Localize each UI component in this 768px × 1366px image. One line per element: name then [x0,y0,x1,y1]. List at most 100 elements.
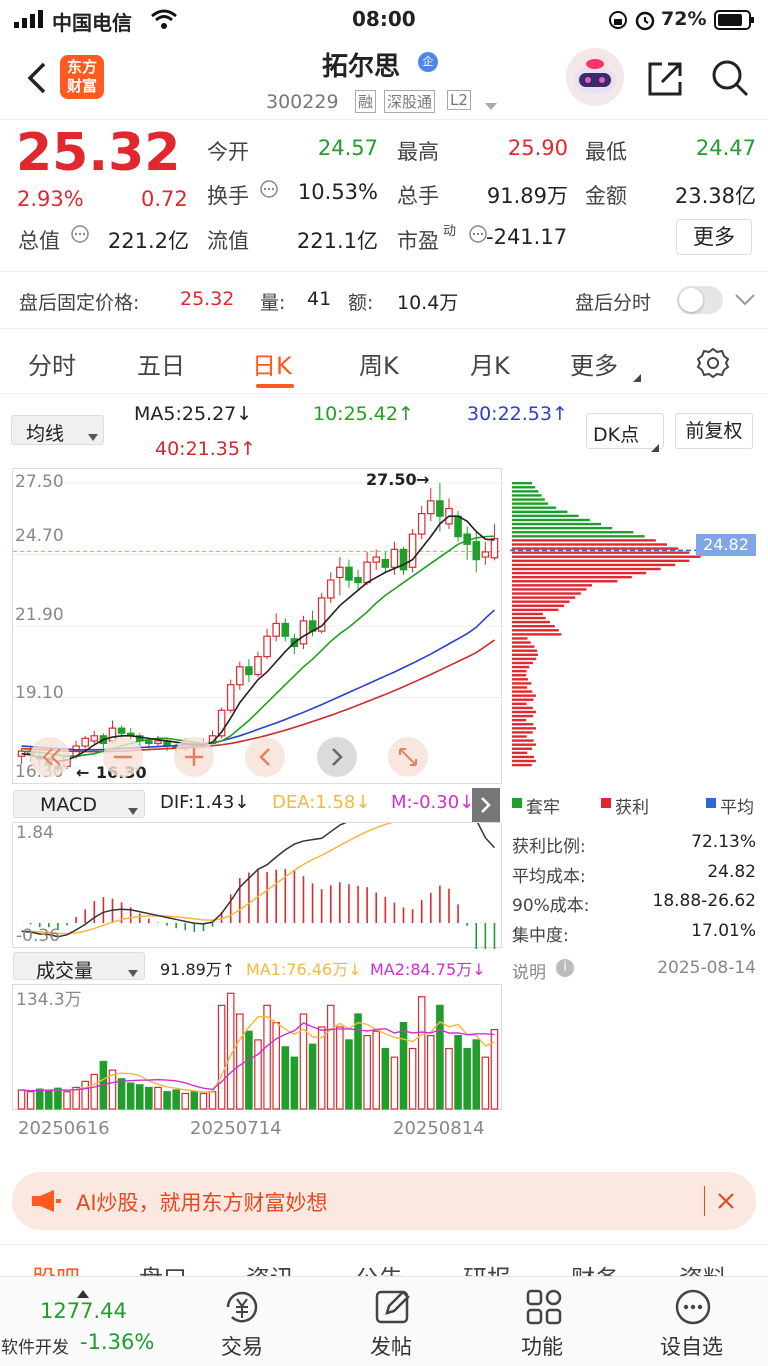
brand-line1: 东方 [66,58,97,76]
chip-bar [512,657,537,661]
chip-note-label[interactable]: 说明 [512,958,546,983]
info-dots-icon[interactable] [468,224,488,244]
scroll-left-button[interactable] [245,737,285,777]
volume-bar [135,1084,144,1110]
zoom-in-button[interactable] [174,737,214,777]
chip-bar [512,669,527,673]
settings-gear-icon[interactable] [696,346,730,380]
volume-bar [345,1039,353,1110]
pe-label: 市盈 [397,229,439,253]
dk-point-label: DK点 [593,424,640,446]
info-dots-icon[interactable] [70,224,90,244]
volume-bar [245,1030,253,1110]
functions-label[interactable]: 功能 [521,1331,563,1361]
afterhours-label: 盘后固定价格: [19,292,140,314]
subtab-finance[interactable]: 财务 [571,1259,619,1276]
low-value: 24.47 [695,136,756,160]
candle-body [372,556,381,563]
wifi-icon [150,8,178,30]
tab-weekly-k[interactable]: 周K [359,346,399,381]
subtab-orderbook[interactable]: 盘口 [139,1259,187,1276]
scroll-right-button[interactable] [317,737,357,777]
chip-stat-label: 获利比例: [512,837,586,857]
chip-bar [512,514,579,518]
subtab-news[interactable]: 资讯 [246,1259,294,1276]
more-button[interactable]: 更多 [676,219,752,255]
sector-index-value[interactable]: 1277.44 [40,1299,127,1323]
trade-icon[interactable] [222,1287,262,1327]
chip-bar [512,735,527,738]
subtab-announcements[interactable]: 公告 [355,1259,403,1276]
chart-scroll-left-fast-button[interactable] [30,737,70,777]
market-cap-label: 总值 [18,229,60,253]
expand-panel-button[interactable] [472,788,500,822]
volume-bar [190,1091,199,1110]
macd-m: M:-0.30↓ [391,792,475,813]
chip-bar [512,518,590,522]
chip-bar [512,486,536,489]
tab-intraday[interactable]: 分时 [28,346,76,381]
candle-body [381,559,390,568]
volume-bar [208,1091,217,1110]
forward-adjust-button[interactable]: 前复权 [675,413,753,449]
ma10-value: 10:25.42↑ [313,403,414,425]
subtab-profile[interactable]: 资料 [679,1259,727,1276]
candle-body [254,656,262,676]
volume-bar [263,1004,271,1110]
fullscreen-button[interactable] [388,737,428,777]
functions-icon[interactable] [524,1287,564,1327]
back-arrow-icon[interactable] [22,60,50,96]
code-dropdown-icon[interactable] [484,97,498,110]
pe-sup: 动 [443,224,457,239]
signal-icon [14,10,44,28]
subtab-forum[interactable]: 股吧 [32,1259,80,1276]
volume-bar [17,1089,26,1110]
clock-time: 08:00 [352,7,416,31]
chip-bar [512,739,534,742]
more-dots-icon[interactable] [673,1287,713,1327]
brand-logo[interactable]: 东方 财富 [60,55,104,99]
volume-ma1: MA1:76.46万↓ [246,960,362,979]
ma5-value: MA5:25.27↓ [134,403,253,425]
trade-label[interactable]: 交易 [221,1331,263,1361]
high-label: 最高 [397,140,439,164]
indicator-select-ma[interactable]: 均线 [11,415,104,445]
post-label[interactable]: 发帖 [370,1331,412,1361]
up-triangle-icon [77,1283,89,1298]
volume-chart[interactable] [12,984,502,1110]
afterhours-vol: 41 [307,288,332,310]
indicator-select-volume[interactable]: 成交量 [13,952,145,982]
chevron-down-icon[interactable] [734,292,756,308]
turnover-value: 10.53% [297,180,378,204]
zoom-out-button[interactable] [103,737,143,777]
chip-bar [512,645,535,648]
info-icon[interactable]: i [556,959,574,977]
volume-bar [427,1034,435,1110]
battery-icon [714,9,756,31]
tab-five-day[interactable]: 五日 [137,346,185,381]
chip-bar [512,608,559,612]
chip-bar [512,629,559,632]
dk-point-button[interactable]: DK点 [586,413,664,452]
subtab-research[interactable]: 研报 [463,1259,511,1276]
assistant-avatar[interactable] [566,48,624,106]
close-icon[interactable] [716,1191,736,1211]
search-icon[interactable] [710,58,750,98]
chip-bar [512,625,555,628]
volume-bar [445,1047,453,1110]
post-icon[interactable] [373,1287,413,1327]
indicator-select-macd[interactable]: MACD [13,790,145,818]
afterhours-toggle[interactable] [677,286,723,314]
add-watchlist-label[interactable]: 设自选 [660,1331,723,1361]
share-icon[interactable] [646,58,686,98]
macd-chart[interactable] [12,784,502,982]
ai-banner[interactable]: AI炒股，就用东方财富妙想 [12,1172,756,1230]
tab-daily-k[interactable]: 日K [252,346,292,381]
chip-bar [512,563,675,567]
tab-monthly-k[interactable]: 月K [470,346,510,381]
sector-name[interactable]: 软件开发 [1,1333,69,1358]
indicator-select-volume-label: 成交量 [36,960,94,982]
sector-change[interactable]: -1.36% [80,1330,154,1354]
tab-more[interactable]: 更多 [570,346,618,381]
quote-panel: 25.32 2.93% 0.72 今开 24.57 最高 25.90 最低 24… [0,121,768,271]
